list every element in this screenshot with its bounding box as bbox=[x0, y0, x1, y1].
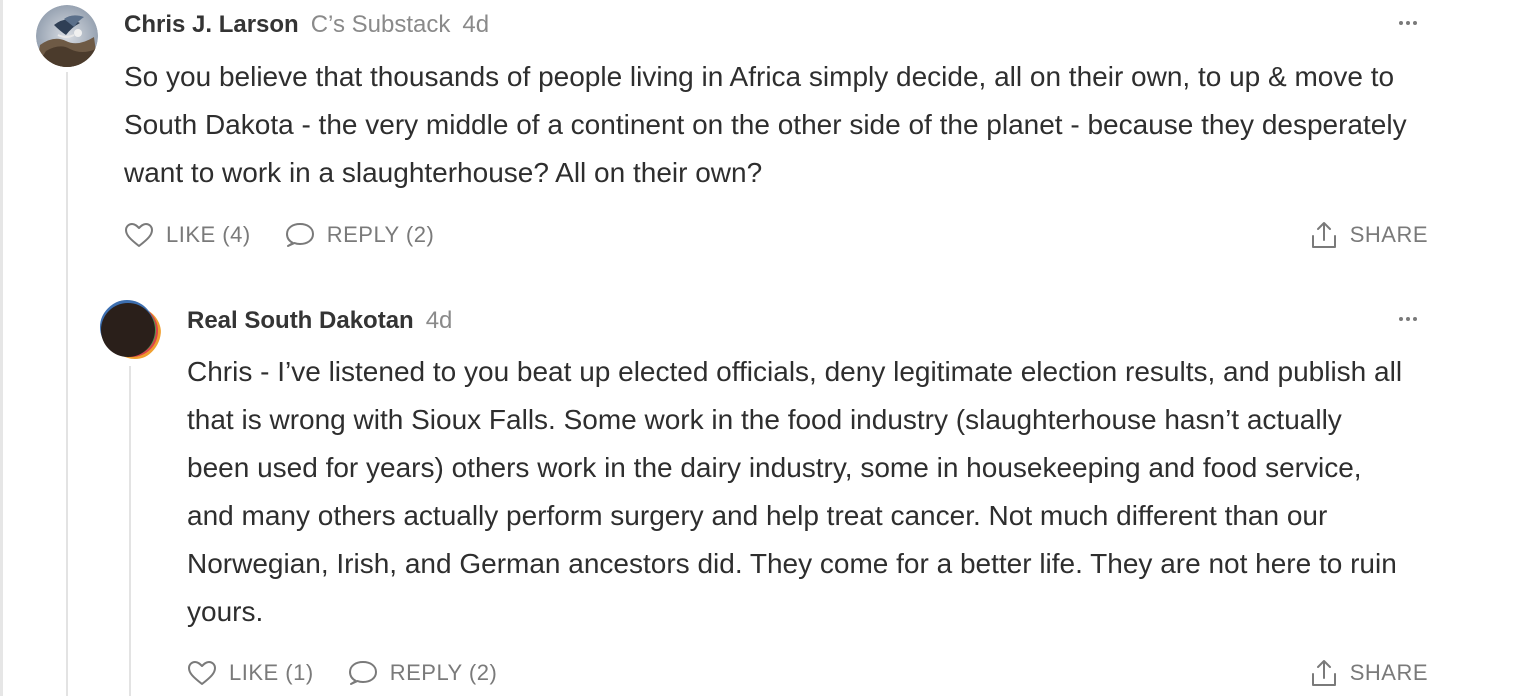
like-button[interactable]: LIKE (1) bbox=[187, 660, 314, 686]
comment-age[interactable]: 4d bbox=[426, 307, 453, 335]
heart-icon bbox=[188, 661, 216, 685]
comment-actions: LIKE (1) REPLY (2) SHARE bbox=[187, 648, 1428, 696]
avatar[interactable] bbox=[36, 5, 98, 67]
reply-button[interactable]: REPLY (2) bbox=[348, 659, 498, 687]
like-label: LIKE (1) bbox=[229, 660, 314, 685]
speech-bubble-icon bbox=[285, 223, 314, 247]
like-button[interactable]: LIKE (4) bbox=[124, 222, 251, 248]
comment-actions: LIKE (4) REPLY (2) SHARE bbox=[124, 210, 1428, 260]
thread-line-1 bbox=[66, 72, 68, 696]
comment-age[interactable]: 4d bbox=[462, 11, 489, 39]
author-name[interactable]: Real South Dakotan bbox=[187, 307, 414, 335]
reply-button[interactable]: REPLY (2) bbox=[285, 221, 435, 249]
comment-body: So you believe that thousands of people … bbox=[124, 61, 1407, 188]
heart-icon bbox=[125, 223, 153, 247]
speech-bubble-icon bbox=[348, 661, 377, 685]
thread-line-2 bbox=[129, 366, 131, 696]
avatar[interactable] bbox=[99, 299, 161, 361]
share-button[interactable]: SHARE bbox=[1310, 648, 1428, 696]
page-left-border bbox=[0, 0, 3, 696]
like-label: LIKE (4) bbox=[166, 222, 251, 247]
comment-header: Chris J. Larson C’s Substack 4d bbox=[124, 0, 1428, 50]
comment-header: Real South Dakotan 4d bbox=[187, 296, 1428, 346]
comment-thread: Chris J. Larson C’s Substack 4d So you b… bbox=[0, 0, 1516, 696]
share-icon bbox=[1311, 222, 1336, 248]
author-name[interactable]: Chris J. Larson bbox=[124, 11, 299, 39]
share-button[interactable]: SHARE bbox=[1310, 210, 1428, 260]
reply-label: REPLY (2) bbox=[389, 660, 498, 685]
share-label: SHARE bbox=[1349, 660, 1428, 685]
publication-name[interactable]: C’s Substack bbox=[311, 11, 451, 39]
reply-label: REPLY (2) bbox=[326, 222, 435, 247]
comment-body: Chris - I’ve listened to you beat up ele… bbox=[187, 356, 1403, 627]
more-options-icon[interactable] bbox=[1388, 306, 1428, 332]
share-label: SHARE bbox=[1349, 222, 1428, 247]
share-icon bbox=[1311, 660, 1336, 686]
more-options-icon[interactable] bbox=[1388, 10, 1428, 36]
